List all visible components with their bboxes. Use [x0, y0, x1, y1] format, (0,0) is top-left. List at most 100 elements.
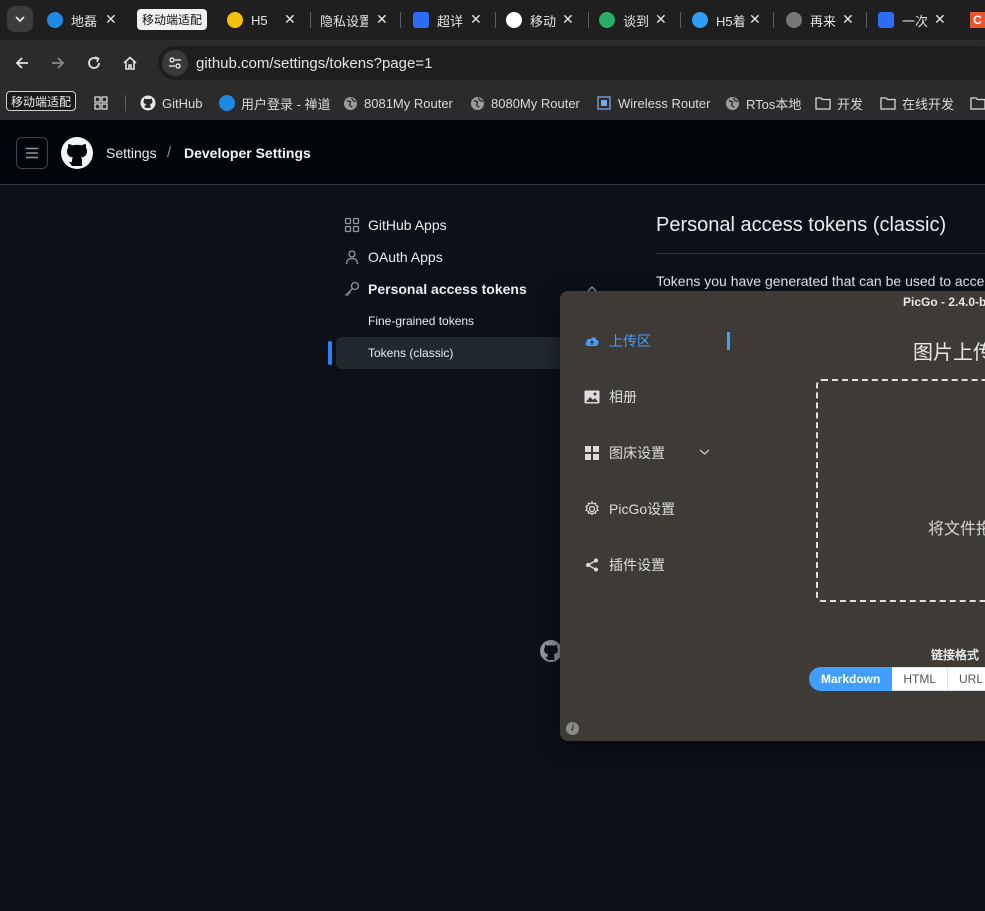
tab-close-icon[interactable]: ✕ [562, 11, 574, 28]
grid-icon [584, 445, 600, 461]
tab-favicon-icon [227, 12, 243, 28]
globe-icon [342, 95, 358, 111]
arrow-left-icon [15, 57, 28, 69]
tab-divider [588, 12, 589, 28]
tab-search-button[interactable] [7, 6, 33, 32]
bookmark-group-badge[interactable]: 移动端适配 [6, 91, 77, 111]
cloud-upload-icon [584, 333, 600, 349]
global-nav-button[interactable] [16, 137, 48, 169]
browser-tab[interactable]: C [970, 6, 985, 34]
address-url[interactable]: github.com/settings/tokens?page=1 [196, 55, 432, 72]
info-icon[interactable]: i [566, 722, 579, 735]
browser-tab[interactable]: 移动 ✕ [506, 6, 586, 34]
screen: 地磊 ✕ 移动端适配 H5 ✕ 隐私设置 ✕ 超详 ✕ 移动 ✕ 谈到 ✕ H5… [0, 0, 985, 911]
apps-button[interactable] [93, 93, 109, 113]
cloud-icon [692, 12, 708, 28]
back-button[interactable] [11, 52, 33, 74]
tab-favicon-icon [878, 12, 894, 28]
arrow-right-icon [52, 57, 65, 69]
folder-icon [970, 95, 985, 111]
sidebar-item-tokens-classic[interactable]: Tokens (classic) [336, 337, 576, 369]
home-icon [123, 56, 137, 70]
globe-icon [786, 12, 802, 28]
folder-icon [815, 95, 831, 111]
github-logo-icon[interactable] [61, 137, 93, 169]
browser-tab[interactable]: H5着 ✕ [692, 6, 772, 34]
format-html-button[interactable]: HTML [892, 667, 949, 691]
sidebar-item-fine-grained-tokens[interactable]: Fine-grained tokens [336, 305, 576, 337]
picgo-window: PicGo - 2.4.0-be 上传区 相册 图床设置 PicGo设置 插件设… [560, 291, 985, 741]
google-icon [506, 12, 522, 28]
bookmark-github[interactable]: GitHub [140, 93, 202, 113]
browser-toolbar: github.com/settings/tokens?page=1 [0, 40, 985, 86]
address-bar[interactable]: github.com/settings/tokens?page=1 [158, 46, 985, 80]
bookmark-divider [125, 95, 126, 111]
github-header: Settings / Developer Settings [0, 120, 985, 185]
tab-favicon-icon [413, 12, 429, 28]
picgo-menu-settings[interactable]: PicGo设置 [584, 497, 675, 521]
zentao-icon [219, 95, 235, 111]
bookmarks-bar: 移动端适配 GitHub 用户登录 - 禅道 8081My Router 808… [0, 86, 985, 120]
picgo-menu-upload[interactable]: 上传区 [584, 329, 651, 353]
picgo-link-format-label: 链接格式 [931, 648, 980, 662]
share-icon [584, 557, 600, 573]
tab-close-icon[interactable]: ✕ [376, 11, 388, 28]
picgo-active-indicator [727, 332, 730, 350]
picgo-drop-zone[interactable] [816, 379, 985, 602]
breadcrumb-developer-settings[interactable]: Developer Settings [184, 145, 311, 161]
picgo-menu-plugins[interactable]: 插件设置 [584, 553, 665, 577]
browser-tab[interactable]: 地磊 ✕ [47, 6, 132, 34]
apps-icon [344, 217, 360, 233]
reload-icon [88, 56, 100, 69]
tab-divider [495, 12, 496, 28]
bookmark-8080-router[interactable]: 8080My Router [469, 93, 580, 113]
browser-tab[interactable]: 再来 ✕ [786, 6, 866, 34]
format-markdown-button[interactable]: Markdown [809, 667, 893, 691]
bookmark-rtos[interactable]: RTos本地 [724, 93, 801, 113]
sidebar-item-personal-access-tokens[interactable]: Personal access tokens [336, 273, 527, 305]
picgo-upload-heading: 图片上传 [913, 342, 985, 364]
tab-close-icon[interactable]: ✕ [284, 11, 296, 28]
wechat-icon [599, 12, 615, 28]
apps-grid-icon [94, 96, 108, 110]
sidebar-item-github-apps[interactable]: GitHub Apps [336, 209, 447, 241]
browser-tab[interactable]: 隐私设置 ✕ [320, 6, 400, 34]
picgo-menu-picbed-settings[interactable]: 图床设置 [584, 441, 665, 465]
tab-close-icon[interactable]: ✕ [470, 11, 482, 28]
key-icon [344, 281, 360, 297]
tab-divider [400, 12, 401, 28]
browser-tab[interactable]: 一次 ✕ [878, 6, 958, 34]
format-url-button[interactable]: URL [948, 667, 985, 691]
tab-close-icon[interactable]: ✕ [842, 11, 854, 28]
home-button[interactable] [119, 52, 141, 74]
chevron-down-icon [15, 16, 25, 23]
github-footer-logo-icon[interactable] [540, 640, 562, 662]
active-indicator [328, 341, 332, 365]
browser-tab[interactable]: H5 ✕ [227, 6, 317, 34]
tab-close-icon[interactable]: ✕ [105, 11, 117, 28]
router-page-icon [596, 95, 612, 111]
tab-group-badge[interactable]: 移动端适配 [137, 9, 208, 30]
forward-button[interactable] [47, 52, 69, 74]
picgo-menu-album[interactable]: 相册 [584, 385, 637, 409]
bookmark-wireless-router[interactable]: Wireless Router [596, 93, 710, 113]
globe-icon [724, 95, 740, 111]
browser-tab[interactable]: 超详 ✕ [413, 6, 493, 34]
site-info-button[interactable] [162, 50, 188, 76]
bookmark-zentao[interactable]: 用户登录 - 禅道 [219, 93, 331, 113]
github-icon [140, 95, 156, 111]
tab-close-icon[interactable]: ✕ [934, 11, 946, 28]
breadcrumb-settings[interactable]: Settings [106, 145, 157, 161]
reload-button[interactable] [83, 52, 105, 74]
tab-close-icon[interactable]: ✕ [749, 11, 761, 28]
browser-tab[interactable]: 谈到 ✕ [599, 6, 679, 34]
bookmark-folder-overflow[interactable] [970, 93, 985, 113]
sidebar-item-oauth-apps[interactable]: OAuth Apps [336, 241, 443, 273]
page-title: Personal access tokens (classic) [656, 214, 947, 236]
tab-close-icon[interactable]: ✕ [655, 11, 667, 28]
bookmark-folder-dev[interactable]: 开发 [815, 93, 863, 113]
chevron-down-icon[interactable] [699, 448, 710, 456]
browser-tab-strip: 地磊 ✕ 移动端适配 H5 ✕ 隐私设置 ✕ 超详 ✕ 移动 ✕ 谈到 ✕ H5… [0, 0, 985, 40]
bookmark-folder-online-dev[interactable]: 在线开发 [880, 93, 954, 113]
bookmark-8081-router[interactable]: 8081My Router [342, 93, 453, 113]
